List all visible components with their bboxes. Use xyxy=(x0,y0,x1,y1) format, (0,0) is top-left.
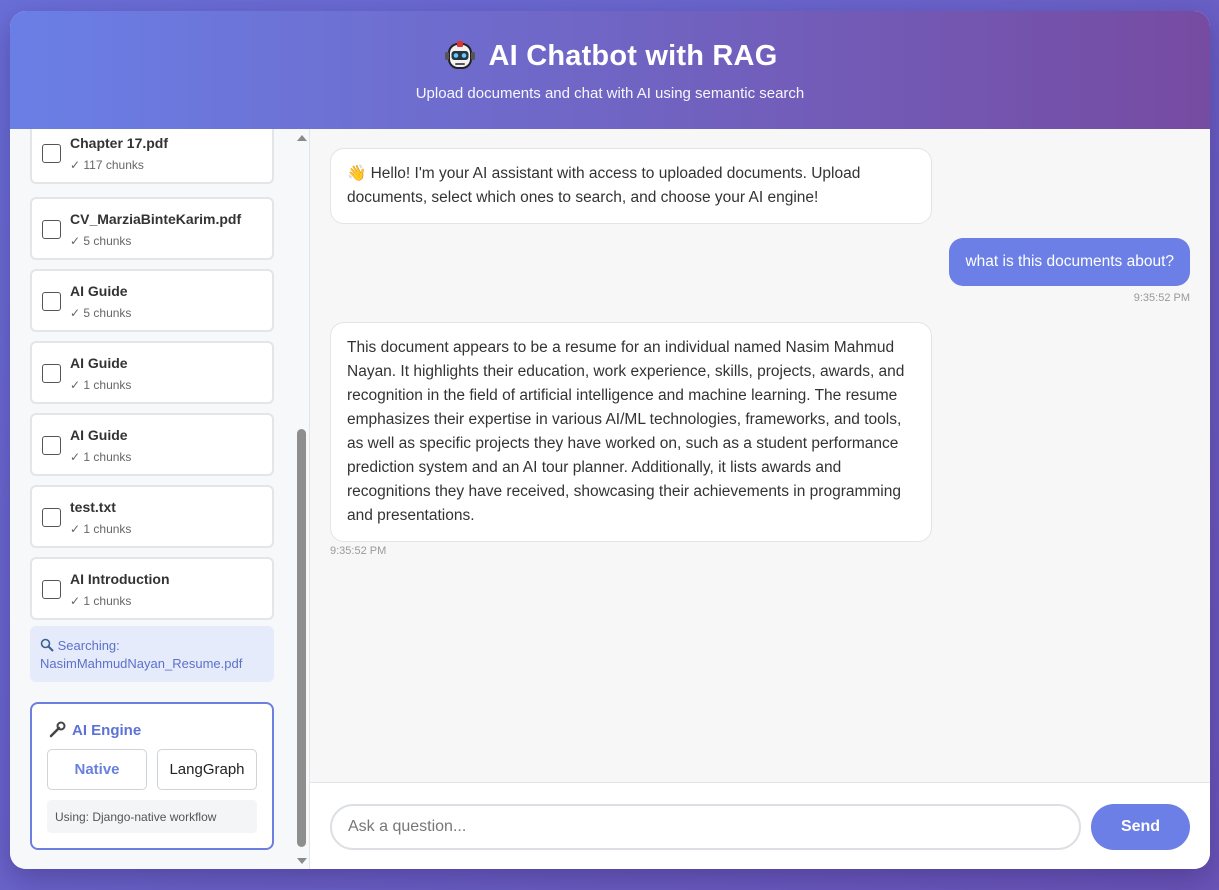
send-button[interactable]: Send xyxy=(1091,804,1190,850)
document-chunks: ✓ 117 chunks xyxy=(70,158,144,172)
document-item[interactable]: test.txt ✓ 1 chunks xyxy=(30,485,274,548)
title-row: AI Chatbot with RAG xyxy=(10,11,1210,73)
engine-status: Using: Django-native workflow xyxy=(47,800,257,833)
document-name: AI Guide xyxy=(70,283,128,299)
user-message: what is this documents about? xyxy=(949,238,1190,286)
magnifier-icon xyxy=(40,638,54,652)
document-item[interactable]: AI Guide ✓ 5 chunks xyxy=(30,269,274,332)
document-name: AI Introduction xyxy=(70,571,170,587)
document-item[interactable]: Chapter 17.pdf ✓ 117 chunks xyxy=(30,129,274,184)
document-checkbox[interactable] xyxy=(42,580,61,599)
message-timestamp: 9:35:52 PM xyxy=(1133,292,1190,304)
page-title: AI Chatbot with RAG xyxy=(488,39,778,72)
input-bar: Send xyxy=(310,782,1210,869)
document-name: CV_MarziaBinteKarim.pdf xyxy=(70,211,242,227)
document-name: AI Guide xyxy=(70,355,128,371)
ai-engine-label: AI Engine xyxy=(72,721,142,739)
document-checkbox[interactable] xyxy=(42,364,61,383)
document-item[interactable]: CV_MarziaBinteKarim.pdf ✓ 5 chunks xyxy=(30,197,274,260)
message-timestamp: 9:35:52 PM xyxy=(330,545,387,557)
assistant-message: This document appears to be a resume for… xyxy=(330,322,932,542)
searching-label: Searching: xyxy=(57,638,120,653)
document-item[interactable]: AI Guide ✓ 1 chunks xyxy=(30,413,274,476)
scroll-down-arrow-icon[interactable] xyxy=(297,858,307,864)
document-name: Chapter 17.pdf xyxy=(70,135,169,151)
scroll-up-arrow-icon[interactable] xyxy=(297,135,307,141)
document-checkbox[interactable] xyxy=(42,436,61,455)
scrollbar-thumb[interactable] xyxy=(297,429,306,847)
native-engine-button[interactable]: Native xyxy=(47,749,147,790)
document-name: AI Guide xyxy=(70,427,128,443)
ai-engine-panel: AI Engine Native LangGraph Using: Django… xyxy=(30,702,274,850)
document-chunks: ✓ 1 chunks xyxy=(70,378,132,392)
document-checkbox[interactable] xyxy=(42,292,61,311)
document-chunks: ✓ 1 chunks xyxy=(70,450,132,464)
document-item[interactable]: AI Introduction ✓ 1 chunks xyxy=(30,557,274,620)
searching-notice: Searching: NasimMahmudNayan_Resume.pdf xyxy=(30,626,274,682)
app-window: AI Chatbot with RAG Upload documents and… xyxy=(10,11,1210,869)
page-subtitle: Upload documents and chat with AI using … xyxy=(415,85,805,102)
searching-file: NasimMahmudNayan_Resume.pdf xyxy=(40,656,243,671)
document-item[interactable]: AI Guide ✓ 1 chunks xyxy=(30,341,274,404)
assistant-message: 👋 Hello! I'm your AI assistant with acce… xyxy=(330,148,932,224)
document-chunks: ✓ 1 chunks xyxy=(70,522,132,536)
chat-area: 👋 Hello! I'm your AI assistant with acce… xyxy=(310,129,1210,782)
document-chunks: ✓ 5 chunks xyxy=(70,306,132,320)
wrench-icon xyxy=(49,721,66,738)
document-checkbox[interactable] xyxy=(42,144,61,163)
langgraph-engine-button[interactable]: LangGraph xyxy=(157,749,257,790)
document-checkbox[interactable] xyxy=(42,508,61,527)
ai-engine-title: AI Engine xyxy=(48,721,141,739)
question-input[interactable] xyxy=(330,804,1081,850)
document-chunks: ✓ 1 chunks xyxy=(70,594,132,608)
sidebar-scrollbar[interactable] xyxy=(295,129,309,869)
document-name: test.txt xyxy=(70,499,116,515)
header: AI Chatbot with RAG Upload documents and… xyxy=(10,11,1210,129)
sidebar: Chapter 17.pdf ✓ 117 chunks CV_MarziaBin… xyxy=(10,129,310,869)
document-checkbox[interactable] xyxy=(42,220,61,239)
document-chunks: ✓ 5 chunks xyxy=(70,234,132,248)
robot-icon xyxy=(444,41,475,69)
